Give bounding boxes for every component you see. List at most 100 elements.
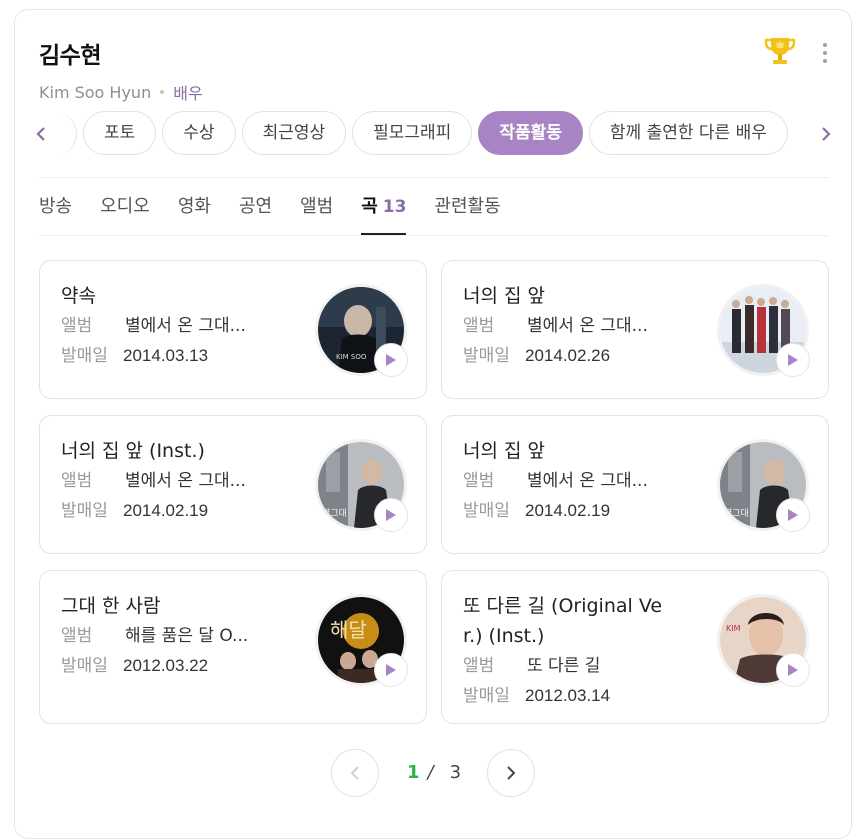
song-title[interactable]: 또 다른 길 (Original Ver.) (Inst.) — [463, 591, 677, 651]
song-info: 너의 집 앞 앨범 별에서 온 그대... 발매일 2014.02.19 — [463, 436, 693, 526]
release-label: 발매일 — [61, 346, 108, 366]
separator-dot — [160, 90, 165, 94]
svg-text:KIM SOO: KIM SOO — [336, 353, 367, 361]
previous-page-button[interactable] — [331, 749, 379, 797]
song-title[interactable]: 너의 집 앞 — [463, 436, 693, 466]
album-row: 앨범 별에서 온 그대... — [61, 466, 291, 496]
release-date: 2014.02.19 — [123, 501, 209, 520]
tab-broadcast[interactable]: 방송 — [39, 193, 72, 235]
page-separator: / — [427, 762, 434, 783]
svg-text:별그대: 별그대 — [322, 508, 347, 519]
release-row: 발매일 2012.03.14 — [463, 681, 677, 711]
release-row: 발매일 2014.02.19 — [61, 496, 291, 526]
tab-songs-count: 13 — [382, 197, 407, 217]
trophy-icon[interactable] — [762, 33, 798, 69]
release-row: 발매일 2014.03.13 — [61, 341, 291, 371]
release-date: 2012.03.14 — [525, 686, 611, 705]
more-vertical-icon[interactable] — [818, 43, 832, 63]
song-title[interactable]: 그대 한 사람 — [61, 591, 291, 621]
album-label: 앨범 — [463, 471, 495, 491]
release-label: 발매일 — [463, 346, 510, 366]
tab-album[interactable]: 앨범 — [300, 193, 333, 235]
release-row: 발매일 2014.02.19 — [463, 496, 693, 526]
play-icon[interactable] — [776, 498, 810, 532]
play-icon[interactable] — [374, 653, 408, 687]
works-tab-bar: 방송 오디오 영화 공연 앨범 곡 13 관련활동 — [39, 193, 529, 235]
album-name[interactable]: 또 다른 길 — [527, 651, 667, 681]
pagination: 1 / 3 — [331, 749, 535, 797]
song-card[interactable]: 너의 집 앞 (Inst.) 앨범 별에서 온 그대... 발매일 2014.02.… — [39, 415, 427, 554]
album-row: 앨범 해를 품은 달 O... — [61, 621, 291, 651]
person-subtitle: Kim Soo Hyun 배우 — [39, 80, 203, 104]
song-title[interactable]: 너의 집 앞 — [463, 281, 693, 311]
song-info: 또 다른 길 (Original Ver.) (Inst.) 앨범 또 다른 길 … — [463, 591, 677, 711]
play-icon[interactable] — [776, 343, 810, 377]
chip-co-actors[interactable]: 함께 출연한 다른 배우 — [588, 111, 788, 155]
song-title[interactable]: 약속 — [61, 281, 291, 311]
play-icon[interactable] — [776, 653, 810, 687]
song-info: 그대 한 사람 앨범 해를 품은 달 O... 발매일 2012.03.22 — [61, 591, 291, 681]
song-title[interactable]: 너의 집 앞 (Inst.) — [61, 436, 291, 466]
album-label: 앨범 — [463, 316, 495, 336]
profile-header: 김수현 Kim Soo Hyun 배우 — [39, 36, 203, 104]
album-label: 앨범 — [463, 656, 495, 676]
song-card[interactable]: 그대 한 사람 앨범 해를 품은 달 O... 발매일 2012.03.22 해달 — [39, 570, 427, 724]
release-date: 2012.03.22 — [123, 656, 209, 675]
release-label: 발매일 — [463, 501, 510, 521]
song-card[interactable]: 또 다른 길 (Original Ver.) (Inst.) 앨범 또 다른 길 … — [441, 570, 829, 724]
person-panel: 김수현 Kim Soo Hyun 배우 포토 수상 최근영상 필모그래피 작품활동 함께 … — [14, 9, 852, 839]
release-date: 2014.02.19 — [525, 501, 611, 520]
album-name[interactable]: 별에서 온 그대... — [527, 311, 667, 341]
english-name: Kim Soo Hyun — [39, 82, 152, 102]
tab-audio[interactable]: 오디오 — [100, 193, 150, 235]
album-name[interactable]: 별에서 온 그대... — [125, 311, 265, 341]
tab-songs-label: 곡 — [361, 196, 378, 217]
album-name[interactable]: 별에서 온 그대... — [125, 466, 265, 496]
tab-movie[interactable]: 영화 — [178, 193, 211, 235]
release-label: 발매일 — [61, 501, 108, 521]
play-icon[interactable] — [374, 498, 408, 532]
release-label: 발매일 — [463, 686, 510, 706]
tab-performance[interactable]: 공연 — [239, 193, 272, 235]
release-label: 발매일 — [61, 656, 108, 676]
play-icon[interactable] — [374, 343, 408, 377]
divider — [39, 235, 829, 236]
total-pages: 3 — [449, 762, 462, 783]
person-name[interactable]: 김수현 — [39, 36, 203, 70]
album-label: 앨범 — [61, 626, 93, 646]
current-page: 1 — [407, 762, 420, 783]
category-chip-row: 포토 수상 최근영상 필모그래피 작품활동 함께 출연한 다른 배우 — [15, 110, 851, 158]
song-card[interactable]: 너의 집 앞 앨범 별에서 온 그대... 발매일 2014.02.26 — [441, 260, 829, 399]
tab-songs[interactable]: 곡 13 — [361, 193, 407, 235]
chevron-left-icon[interactable] — [29, 122, 53, 146]
song-info: 너의 집 앞 앨범 별에서 온 그대... 발매일 2014.02.26 — [463, 281, 693, 371]
release-row: 발매일 2012.03.22 — [61, 651, 291, 681]
release-date: 2014.02.26 — [525, 346, 611, 365]
chip-recent-videos[interactable]: 최근영상 — [241, 111, 347, 155]
song-card[interactable]: 약속 앨범 별에서 온 그대... 발매일 2014.03.13 KIM SOO — [39, 260, 427, 399]
album-row: 앨범 별에서 온 그대... — [463, 466, 693, 496]
svg-text:KIM: KIM — [726, 624, 741, 633]
chip-filmography[interactable]: 필모그래피 — [352, 111, 473, 155]
chip-awards[interactable]: 수상 — [162, 111, 236, 155]
svg-text:별그대: 별그대 — [724, 508, 749, 519]
album-row: 앨범 또 다른 길 — [463, 651, 677, 681]
svg-text:해달: 해달 — [330, 618, 367, 642]
song-card[interactable]: 너의 집 앞 앨범 별에서 온 그대... 발매일 2014.02.19 별그대 — [441, 415, 829, 554]
tab-related-activities[interactable]: 관련활동 — [434, 193, 500, 235]
album-label: 앨범 — [61, 471, 93, 491]
song-info: 너의 집 앞 (Inst.) 앨범 별에서 온 그대... 발매일 2014.02.… — [61, 436, 291, 526]
album-name[interactable]: 해를 품은 달 O... — [125, 621, 265, 651]
chip-photo[interactable]: 포토 — [83, 111, 157, 155]
release-row: 발매일 2014.02.26 — [463, 341, 693, 371]
next-page-button[interactable] — [487, 749, 535, 797]
album-row: 앨범 별에서 온 그대... — [463, 311, 693, 341]
chevron-right-icon[interactable] — [814, 122, 838, 146]
previous-chip-edge — [53, 112, 77, 156]
release-date: 2014.03.13 — [123, 346, 209, 365]
chip-works[interactable]: 작품활동 — [478, 111, 583, 155]
album-name[interactable]: 별에서 온 그대... — [527, 466, 667, 496]
song-info: 약속 앨범 별에서 온 그대... 발매일 2014.03.13 — [61, 281, 291, 371]
occupation: 배우 — [173, 84, 203, 103]
album-row: 앨범 별에서 온 그대... — [61, 311, 291, 341]
